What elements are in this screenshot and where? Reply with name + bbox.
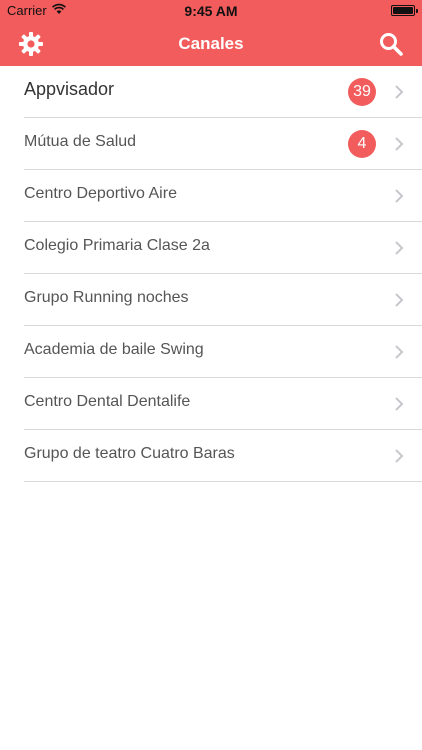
chevron-right-icon [395, 345, 404, 359]
chevron-right-icon [395, 189, 404, 203]
chevron-right-icon [395, 293, 404, 307]
channel-row[interactable]: Centro Dental Dentalife [24, 378, 422, 430]
navigation-bar: Canales [0, 22, 422, 66]
channel-name: Academia de baile Swing [24, 341, 204, 358]
channel-name: Centro Dental Dentalife [24, 393, 191, 410]
channel-name: Colegio Primaria Clase 2a [24, 237, 210, 254]
battery-icon [391, 5, 418, 16]
channel-row[interactable]: Appvisador 39 [24, 66, 422, 118]
channel-name: Appvisador [24, 79, 115, 99]
channel-row[interactable]: Mútua de Salud 4 [24, 118, 422, 170]
channel-row[interactable]: Centro Deportivo Aire [24, 170, 422, 222]
channel-list: Appvisador 39 Mútua de Salud 4 Centro De… [0, 66, 422, 482]
channel-name: Centro Deportivo Aire [24, 185, 177, 202]
channel-row[interactable]: Academia de baile Swing [24, 326, 422, 378]
chevron-right-icon [395, 449, 404, 463]
unread-badge: 4 [348, 130, 376, 158]
chevron-right-icon [395, 397, 404, 411]
page-title: Canales [178, 34, 244, 53]
search-icon[interactable] [378, 31, 404, 57]
channel-name: Mútua de Salud [24, 133, 137, 150]
chevron-right-icon [395, 85, 404, 99]
channel-name: Grupo de teatro Cuatro Baras [24, 445, 235, 462]
chevron-right-icon [395, 241, 404, 255]
channel-row[interactable]: Grupo de teatro Cuatro Baras [24, 430, 422, 482]
unread-badge: 39 [348, 78, 376, 106]
status-time: 9:45 AM [184, 3, 238, 19]
channel-row[interactable]: Colegio Primaria Clase 2a [24, 222, 422, 274]
channel-row[interactable]: Grupo Running noches [24, 274, 422, 326]
channel-name: Grupo Running noches [24, 289, 189, 306]
status-bar: Carrier 9:45 AM [0, 0, 422, 22]
chevron-right-icon [395, 137, 404, 151]
